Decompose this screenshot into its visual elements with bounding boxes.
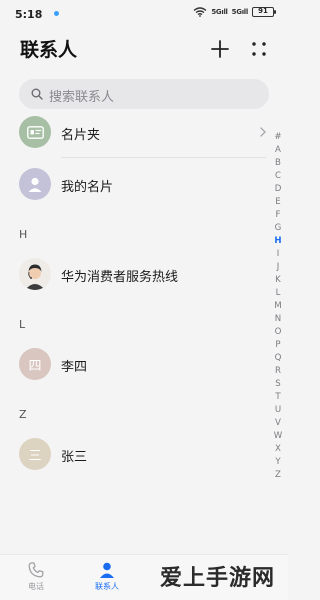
contact-name: 张三: [61, 450, 88, 465]
tab-phone-label: 电话: [28, 582, 44, 591]
index-letter[interactable]: I: [271, 248, 285, 261]
avatar: 四: [19, 348, 51, 380]
battery-icon: 91: [252, 7, 276, 17]
status-bar: 5:18 5Gıll 5Gıll 91: [0, 0, 288, 28]
tab-contacts-label: 联系人: [95, 582, 119, 591]
contact-name: 名片夹: [61, 128, 101, 143]
avatar: 三: [19, 438, 51, 470]
chevron-right-icon: [260, 127, 266, 137]
index-letter[interactable]: V: [271, 417, 285, 430]
more-options-icon[interactable]: [250, 40, 268, 58]
business-card-icon: [26, 125, 44, 139]
index-letter[interactable]: O: [271, 326, 285, 339]
watermark-logo: 爱上手游网: [160, 566, 276, 591]
add-contact-icon[interactable]: [211, 40, 229, 58]
index-letter[interactable]: A: [271, 144, 285, 157]
tab-phone[interactable]: 电话: [6, 561, 66, 592]
section-header-z: Z: [19, 408, 27, 421]
signal-strength-2: 5Gıll: [231, 8, 249, 16]
notification-dot-icon: [54, 11, 59, 16]
search-icon: [31, 88, 43, 100]
index-letter[interactable]: M: [271, 300, 285, 313]
index-letter[interactable]: K: [271, 274, 285, 287]
index-letter[interactable]: R: [271, 365, 285, 378]
status-time: 5:18: [15, 8, 43, 21]
index-letter[interactable]: #: [271, 131, 285, 144]
index-letter[interactable]: W: [271, 430, 285, 443]
divider: [61, 157, 266, 158]
index-letter[interactable]: N: [271, 313, 285, 326]
contact-name: 李四: [61, 360, 88, 375]
index-letter[interactable]: Z: [271, 469, 285, 482]
contact-name: 我的名片: [61, 180, 114, 195]
index-letter[interactable]: G: [271, 222, 285, 235]
index-letter[interactable]: Q: [271, 352, 285, 365]
contacts-icon: [100, 562, 114, 578]
index-letter[interactable]: P: [271, 339, 285, 352]
index-letter[interactable]: T: [271, 391, 285, 404]
search-placeholder: 搜索联系人: [49, 90, 115, 105]
alphabet-index-bar[interactable]: # A B C D E F G H I J K L M N O P Q R S T U V W X Y Z: [271, 131, 285, 482]
index-letter[interactable]: H: [271, 235, 285, 248]
page-title: 联系人: [20, 39, 78, 61]
index-letter[interactable]: Y: [271, 456, 285, 469]
signal-strength-1: 5Gıll: [211, 8, 228, 16]
section-header-h: H: [19, 228, 28, 241]
avatar-initial: 四: [28, 358, 42, 374]
contact-name: 华为消费者服务热线: [61, 270, 179, 285]
section-header-l: L: [19, 318, 26, 331]
index-letter[interactable]: X: [271, 443, 285, 456]
person-icon: [28, 177, 42, 192]
index-letter[interactable]: C: [271, 170, 285, 183]
avatar-initial: 三: [28, 448, 42, 464]
wifi-icon: [193, 7, 207, 17]
index-letter[interactable]: J: [271, 261, 285, 274]
index-letter[interactable]: F: [271, 209, 285, 222]
tab-contacts[interactable]: 联系人: [77, 561, 137, 592]
business-card-avatar: [19, 116, 51, 148]
status-icons: 5Gıll 5Gıll 91: [193, 7, 276, 17]
my-card-avatar: [19, 168, 51, 200]
index-letter[interactable]: U: [271, 404, 285, 417]
phone-icon: [28, 562, 44, 578]
search-input[interactable]: 搜索联系人: [19, 79, 269, 109]
index-letter[interactable]: E: [271, 196, 285, 209]
index-letter[interactable]: L: [271, 287, 285, 300]
index-letter[interactable]: B: [271, 157, 285, 170]
service-agent-icon: [19, 258, 51, 290]
index-letter[interactable]: D: [271, 183, 285, 196]
index-letter[interactable]: S: [271, 378, 285, 391]
avatar: [19, 258, 51, 290]
